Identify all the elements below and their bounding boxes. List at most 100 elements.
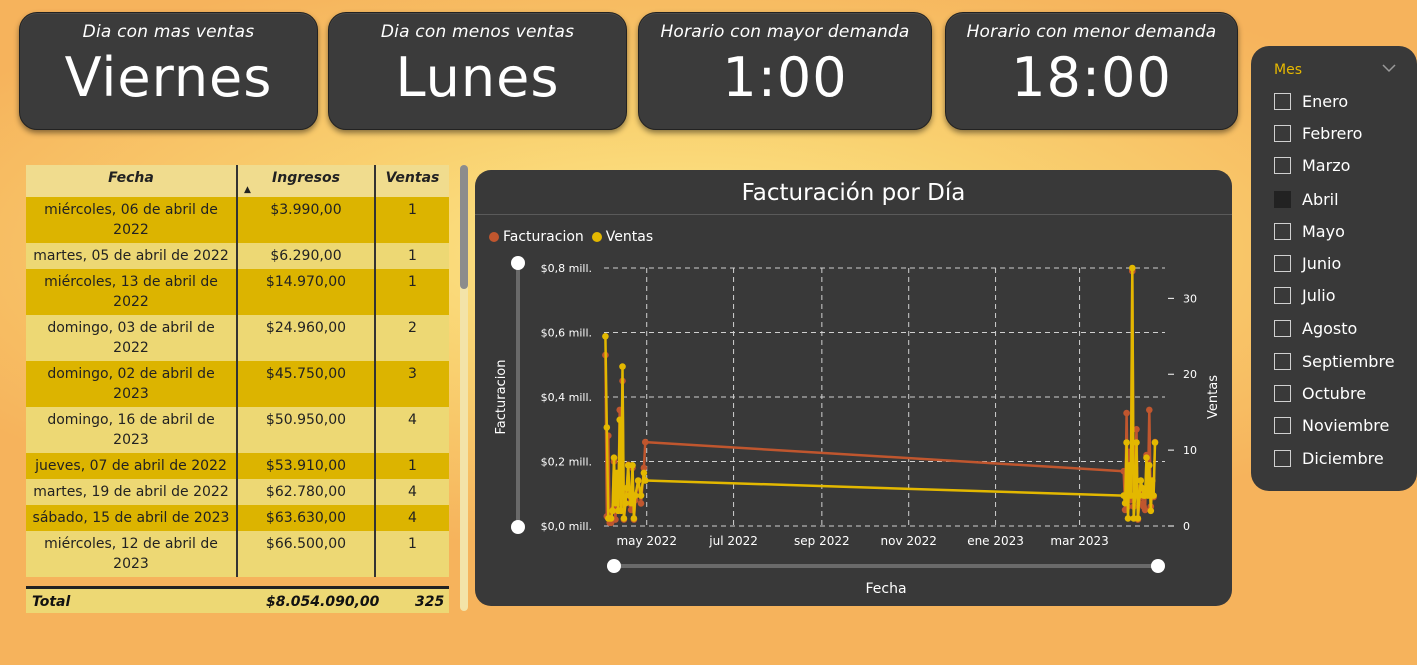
y-range-slider-handle[interactable] <box>511 256 525 270</box>
y2-tick-label: 30 <box>1183 292 1197 305</box>
table-row[interactable]: martes, 05 de abril de 2022 $6.290,00 1 <box>26 243 449 269</box>
table-row[interactable]: domingo, 03 de abril de 2022 $24.960,00 … <box>26 315 449 361</box>
data-point-ventas <box>640 469 648 477</box>
slicer-item-label: Agosto <box>1302 318 1358 338</box>
data-point-ventas <box>609 507 616 515</box>
table-scrollbar-thumb[interactable] <box>460 165 468 289</box>
cell-ventas: 1 <box>375 243 449 269</box>
table-row[interactable]: sábado, 15 de abril de 2023 $63.630,00 4 <box>26 505 449 531</box>
checkbox[interactable] <box>1274 286 1291 304</box>
data-point-ventas <box>1143 454 1150 462</box>
checkbox[interactable] <box>1274 416 1291 434</box>
cell-ingresos: $14.970,00 <box>237 269 376 315</box>
table-row[interactable]: domingo, 16 de abril de 2023 $50.950,00 … <box>26 407 449 453</box>
table-row[interactable]: martes, 19 de abril de 2022 $62.780,00 4 <box>26 479 449 505</box>
kpi-title: Horario con menor demanda <box>966 22 1217 42</box>
y2-tick-label: 10 <box>1183 444 1197 457</box>
data-point-ventas <box>1151 439 1159 446</box>
slicer-item-label: Octubre <box>1302 383 1367 403</box>
kpi-value: Lunes <box>395 46 560 109</box>
y-range-slider-handle[interactable] <box>511 520 525 534</box>
data-point-ventas <box>1150 492 1157 499</box>
revenue-chart: Facturación por Día Facturacion Ventas $… <box>475 170 1232 606</box>
y2-tick-label: 0 <box>1183 520 1190 533</box>
slicer-item-9[interactable]: Octubre <box>1274 381 1366 405</box>
slicer-item-7[interactable]: Agosto <box>1274 316 1357 340</box>
data-point-ventas <box>1121 499 1129 507</box>
data-point-ventas <box>1146 462 1153 469</box>
slicer-item-11[interactable]: Diciembre <box>1274 446 1384 470</box>
checkbox[interactable] <box>1274 92 1291 110</box>
checkbox[interactable] <box>1274 319 1291 337</box>
cell-ingresos: $24.960,00 <box>237 315 376 361</box>
checkbox[interactable] <box>1274 124 1291 142</box>
checkbox[interactable] <box>1274 190 1291 208</box>
cell-ventas: 4 <box>375 505 449 531</box>
data-point-ventas <box>617 507 625 515</box>
table-row[interactable]: miércoles, 12 de abril de 2023 $66.500,0… <box>26 531 449 577</box>
data-point-ventas <box>626 492 633 499</box>
slicer-item-4[interactable]: Mayo <box>1274 219 1345 243</box>
slicer-item-label: Febrero <box>1302 123 1363 143</box>
table-row[interactable]: jueves, 07 de abril de 2022 $53.910,00 1 <box>26 453 449 479</box>
checkbox[interactable] <box>1274 254 1291 272</box>
month-slicer[interactable]: Mes Enero Febrero Marzo Abril Mayo Junio Julio… <box>1251 46 1417 491</box>
slicer-item-label: Abril <box>1302 189 1339 209</box>
slicer-item-label: Enero <box>1302 91 1349 111</box>
data-point-ventas <box>616 416 623 424</box>
table-row[interactable]: domingo, 02 de abril de 2023 $45.750,00 … <box>26 361 449 407</box>
kpi-card-best-day: Dia con mas ventas Viernes <box>19 12 318 130</box>
data-point-ventas <box>1123 439 1130 446</box>
kpi-card-low-hour: Horario con menor demanda 18:00 <box>945 12 1238 130</box>
checkbox[interactable] <box>1274 156 1291 174</box>
data-point-facturacion <box>1123 409 1130 417</box>
cell-ingresos: $53.910,00 <box>237 453 376 479</box>
data-point-facturacion <box>1141 506 1149 514</box>
data-point-ventas <box>1147 507 1155 515</box>
chevron-down-icon[interactable] <box>1382 63 1396 73</box>
data-point-ventas <box>622 499 629 507</box>
slicer-item-3[interactable]: Abril <box>1274 187 1339 211</box>
x-tick-label: nov 2022 <box>881 534 937 548</box>
y2-axis-title: Ventas <box>1206 375 1221 419</box>
checkbox[interactable] <box>1274 384 1291 402</box>
data-point-facturacion <box>1146 406 1153 414</box>
table-row[interactable]: miércoles, 06 de abril de 2022 $3.990,00… <box>26 197 449 243</box>
data-point-ventas <box>642 477 649 484</box>
data-point-ventas <box>613 469 621 477</box>
checkbox[interactable] <box>1274 449 1291 467</box>
y-tick-label: $0,2 mill. <box>541 456 592 469</box>
x-tick-label: mar 2023 <box>1050 534 1108 548</box>
table-row[interactable]: miércoles, 13 de abril de 2022 $14.970,0… <box>26 269 449 315</box>
slicer-item-1[interactable]: Febrero <box>1274 121 1362 145</box>
column-header-ventas[interactable]: Ventas <box>375 165 449 197</box>
data-point-ventas <box>1144 492 1152 499</box>
total-ingresos: $8.054.090,00 <box>266 594 380 610</box>
slicer-item-8[interactable]: Septiembre <box>1274 349 1395 373</box>
sales-table[interactable]: Fecha Ingresos ▲ Ventas miércoles, 06 de … <box>26 165 449 613</box>
slicer-item-label: Mayo <box>1302 221 1345 241</box>
data-point-ventas <box>637 492 645 499</box>
slicer-item-5[interactable]: Junio <box>1274 251 1341 275</box>
column-header-fecha[interactable]: Fecha <box>26 165 238 197</box>
data-point-ventas <box>607 515 615 522</box>
slicer-item-0[interactable]: Enero <box>1274 89 1348 113</box>
y2-tick-label: 20 <box>1183 368 1197 381</box>
slicer-item-10[interactable]: Noviembre <box>1274 413 1389 437</box>
data-point-ventas <box>602 333 609 340</box>
x-range-slider-handle[interactable] <box>607 559 621 573</box>
slicer-item-2[interactable]: Marzo <box>1274 153 1350 177</box>
data-point-ventas <box>1138 484 1146 492</box>
x-range-slider-handle[interactable] <box>1151 559 1165 573</box>
data-point-ventas <box>1120 492 1127 499</box>
slicer-item-6[interactable]: Julio <box>1274 283 1336 307</box>
column-header-ingresos[interactable]: Ingresos ▲ <box>237 165 376 197</box>
chart-plot: $0,0 mill. $0,2 mill. $0,4 mill. $0,6 mill.… <box>494 256 1221 597</box>
kpi-value: 18:00 <box>1011 46 1172 109</box>
data-point-ventas <box>632 492 639 499</box>
kpi-title: Dia con menos ventas <box>380 22 575 42</box>
checkbox[interactable] <box>1274 352 1291 370</box>
x-axis-title: Fecha <box>865 581 906 597</box>
slicer-item-label: Junio <box>1302 253 1342 273</box>
checkbox[interactable] <box>1274 222 1291 240</box>
